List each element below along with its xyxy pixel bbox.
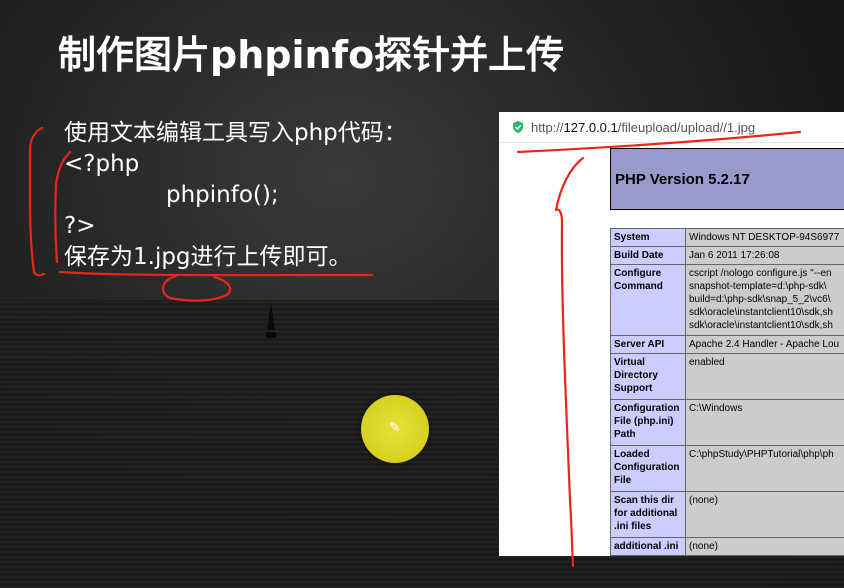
code-instructions: 使用文本编辑工具写入php代码： <?php phpinfo(); ?> 保存为… — [64, 118, 407, 273]
save-instruction-line: 保存为1.jpg进行上传即可。 — [64, 244, 352, 270]
code-line-close-tag: ?> — [64, 213, 96, 239]
row-key: additional .ini — [610, 537, 686, 556]
table-row: Scan this dir for additional .ini files … — [610, 491, 844, 538]
laser-pointer-cursor: ✎ — [361, 395, 429, 463]
table-row: System Windows NT DESKTOP-94S6977 — [610, 228, 844, 247]
table-row: Build Date Jan 6 2011 17:26:08 — [610, 246, 844, 265]
url-text[interactable]: http://127.0.0.1/fileupload/upload//1.jp… — [531, 120, 755, 135]
row-key: System — [610, 228, 686, 247]
table-row: Loaded Configuration File C:\phpStudy\PH… — [610, 445, 844, 492]
phpinfo-table: System Windows NT DESKTOP-94S6977 Build … — [610, 228, 844, 556]
row-key: Build Date — [610, 246, 686, 265]
php-version-title: PHP Version 5.2.17 — [615, 170, 750, 188]
url-host: 127.0.0.1 — [563, 119, 618, 135]
row-value: cscript /nologo configure.js "--en snaps… — [685, 264, 844, 336]
instruction-line: 使用文本编辑工具写入php代码： — [64, 120, 407, 146]
url-prefix: http:// — [531, 119, 564, 135]
row-value: (none) — [685, 537, 844, 556]
slide-title: 制作图片phpinfo探针并上传 — [58, 33, 565, 77]
pen-icon: ✎ — [389, 420, 401, 436]
row-value: (none) — [685, 491, 844, 538]
table-row: Virtual Directory Support enabled — [610, 353, 844, 400]
row-key: Configure Command — [610, 264, 686, 336]
row-key: Loaded Configuration File — [610, 445, 686, 492]
browser-window: http://127.0.0.1/fileupload/upload//1.jp… — [499, 112, 844, 556]
row-key: Virtual Directory Support — [610, 353, 686, 400]
shield-icon — [513, 121, 523, 133]
url-path: /fileupload/upload//1.jpg — [617, 119, 756, 135]
row-value: Apache 2.4 Handler - Apache Lou — [685, 335, 844, 354]
bracket-left-annotation — [28, 126, 46, 277]
row-key: Configuration File (php.ini) Path — [610, 399, 686, 446]
code-line-open-tag: <?php — [64, 151, 140, 177]
row-key: Server API — [610, 335, 686, 354]
table-row: additional .ini (none) — [610, 537, 844, 556]
table-row: Configuration File (php.ini) Path C:\Win… — [610, 399, 844, 446]
row-value: C:\phpStudy\PHPTutorial\php\ph — [685, 445, 844, 492]
table-row: Server API Apache 2.4 Handler - Apache L… — [610, 335, 844, 354]
address-bar[interactable]: http://127.0.0.1/fileupload/upload//1.jp… — [499, 112, 844, 143]
table-row: Configure Command cscript /nologo config… — [610, 264, 844, 336]
row-value: enabled — [685, 353, 844, 400]
row-value: Jan 6 2011 17:26:08 — [685, 246, 844, 265]
code-line-phpinfo: phpinfo(); — [166, 182, 279, 208]
row-value: Windows NT DESKTOP-94S6977 — [685, 228, 844, 247]
sailboat-icon — [266, 302, 276, 338]
php-header-wrap: PHP Version 5.2.17 — [610, 148, 844, 210]
php-version-header: PHP Version 5.2.17 — [610, 148, 844, 210]
row-key: Scan this dir for additional .ini files — [610, 491, 686, 538]
row-value: C:\Windows — [685, 399, 844, 446]
underline-loop-annotation — [161, 274, 232, 302]
